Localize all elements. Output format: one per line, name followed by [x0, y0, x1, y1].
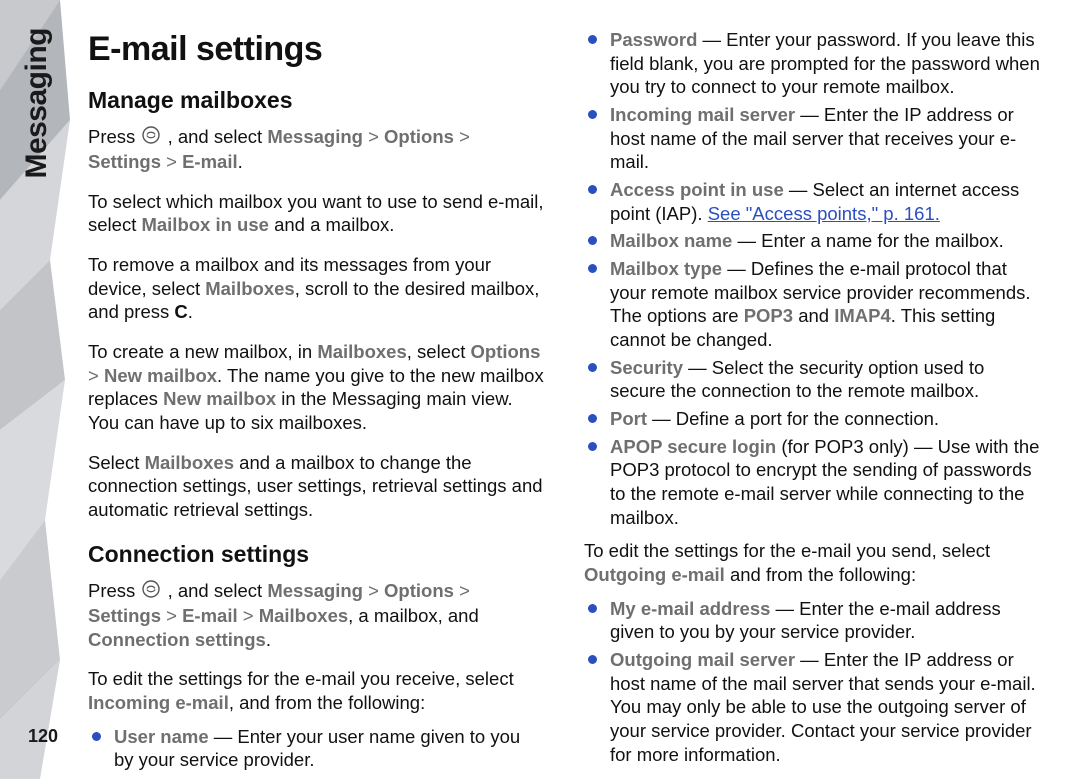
li-access-point: Access point in use — Select an internet… [584, 178, 1040, 225]
para-change-settings: Select Mailboxes and a mailbox to change… [88, 451, 544, 522]
link-access-points[interactable]: See "Access points," p. 161. [708, 203, 940, 224]
nav-path-2: Press , and select Messaging > Options >… [88, 579, 544, 651]
home-key-icon [142, 580, 160, 604]
nav-path-1: Press , and select Messaging > Options >… [88, 125, 544, 174]
incoming-list-cont: Password — Enter your password. If you l… [584, 28, 1040, 533]
incoming-list-start: User name — Enter your user name given t… [88, 725, 544, 776]
li-port: Port — Define a port for the connection. [584, 407, 1040, 431]
heading-manage-mailboxes: Manage mailboxes [88, 86, 544, 115]
li-incoming-server: Incoming mail server — Enter the IP addr… [584, 103, 1040, 174]
para-incoming-intro: To edit the settings for the e-mail you … [88, 667, 544, 714]
li-my-email: My e-mail address — Enter the e-mail add… [584, 597, 1040, 644]
heading-connection-settings: Connection settings [88, 540, 544, 569]
outgoing-list: My e-mail address — Enter the e-mail add… [584, 597, 1040, 771]
li-apop: APOP secure login (for POP3 only) — Use … [584, 435, 1040, 530]
li-security: Security — Select the security option us… [584, 356, 1040, 403]
li-password: Password — Enter your password. If you l… [584, 28, 1040, 99]
para-outgoing-intro: To edit the settings for the e-mail you … [584, 539, 1040, 586]
li-outgoing-server: Outgoing mail server — Enter the IP addr… [584, 648, 1040, 766]
right-column: Password — Enter your password. If you l… [584, 28, 1040, 751]
para-remove-mailbox: To remove a mailbox and its messages fro… [88, 253, 544, 324]
home-key-icon [142, 126, 160, 150]
para-select-mailbox: To select which mailbox you want to use … [88, 190, 544, 237]
li-user-name: User name — Enter your user name given t… [88, 725, 544, 772]
para-create-mailbox: To create a new mailbox, in Mailboxes, s… [88, 340, 544, 435]
li-mailbox-name: Mailbox name — Enter a name for the mail… [584, 229, 1040, 253]
page-content: E-mail settings Manage mailboxes Press ,… [0, 0, 1080, 779]
page-title: E-mail settings [88, 28, 544, 72]
li-mailbox-type: Mailbox type — Defines the e-mail protoc… [584, 257, 1040, 352]
left-column: E-mail settings Manage mailboxes Press ,… [74, 28, 544, 751]
